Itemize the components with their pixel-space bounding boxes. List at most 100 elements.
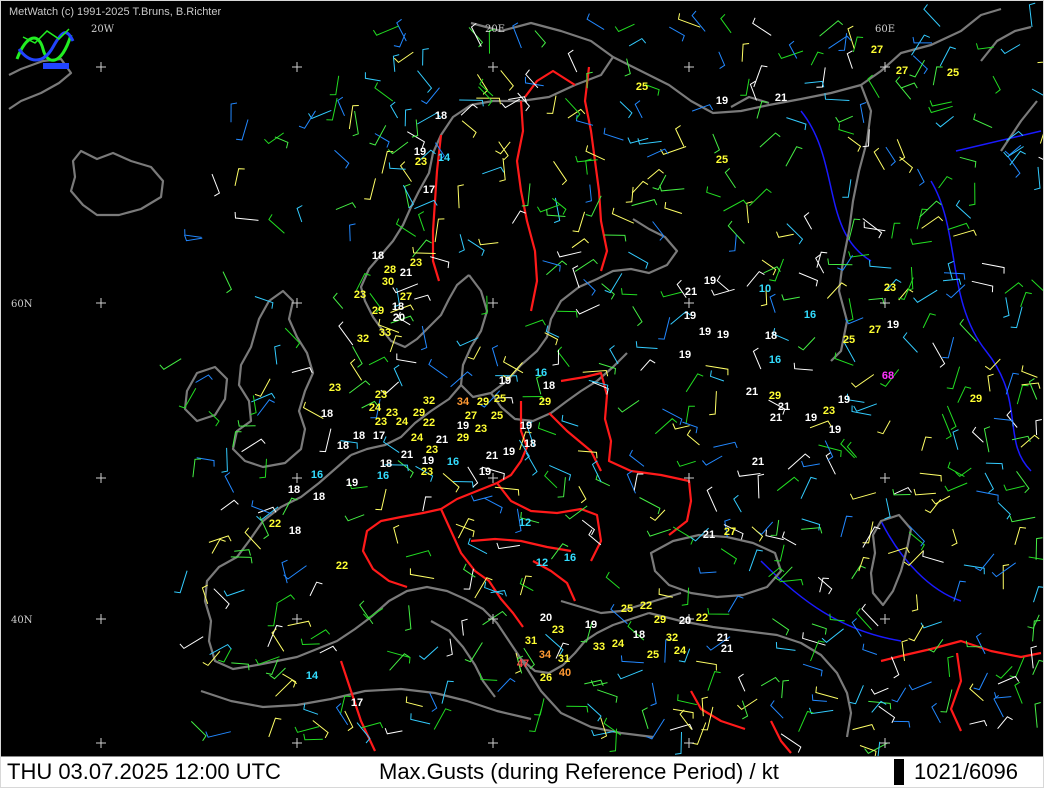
wind-barb xyxy=(257,399,275,416)
wind-barb xyxy=(605,571,620,589)
gust-value: 32 xyxy=(423,395,435,407)
wind-barb xyxy=(658,317,671,340)
gust-value: 26 xyxy=(540,672,552,684)
wind-barb xyxy=(935,116,954,128)
wind-barb xyxy=(910,238,932,245)
wind-barb xyxy=(1004,282,1024,294)
wind-barb xyxy=(955,200,972,219)
gust-value: 18 xyxy=(633,629,645,641)
wind-barb xyxy=(861,603,879,627)
wind-barb xyxy=(835,115,853,123)
wind-barb xyxy=(267,603,278,627)
wind-barb xyxy=(912,55,928,75)
gust-value: 21 xyxy=(486,450,498,462)
gust-value: 31 xyxy=(558,653,570,665)
wind-barb xyxy=(691,10,706,32)
map-window: 20W 20E 60E 60N 40N 18 19 23 14 17 25 19 21 25 27… xyxy=(0,0,1044,788)
wind-barb xyxy=(254,378,271,397)
wind-barb xyxy=(434,218,445,243)
wind-barb xyxy=(572,211,586,233)
wind-barb xyxy=(282,673,297,688)
wind-barb xyxy=(537,422,557,436)
wind-barb xyxy=(417,70,433,93)
wind-barb xyxy=(685,373,704,393)
wind-barb xyxy=(707,608,730,615)
wind-barb xyxy=(1028,2,1036,28)
wind-barb xyxy=(945,284,966,299)
wind-barb xyxy=(816,251,828,268)
gust-value: 21 xyxy=(721,643,733,655)
wind-barb xyxy=(946,405,957,431)
gust-value: 19 xyxy=(838,394,850,406)
wind-barb xyxy=(575,304,600,315)
gust-value: 19 xyxy=(704,275,716,287)
wind-barb xyxy=(723,199,748,212)
gust-value: 19 xyxy=(684,310,696,322)
wind-barb xyxy=(816,67,826,88)
wind-barb xyxy=(971,280,994,293)
gust-value: 24 xyxy=(369,402,382,414)
gust-value: 12 xyxy=(519,517,531,529)
gust-value: 30 xyxy=(382,276,394,288)
wind-barb xyxy=(479,78,494,97)
gust-value: 25 xyxy=(716,154,728,166)
wind-barb xyxy=(574,258,598,272)
wind-barb xyxy=(959,318,977,342)
wind-barb xyxy=(968,182,976,206)
wind-barb xyxy=(625,186,634,203)
wind-barb xyxy=(500,70,514,91)
gust-value: 20 xyxy=(679,615,691,627)
wind-barb xyxy=(587,703,602,722)
gust-value: 18 xyxy=(765,330,777,342)
wind-barb xyxy=(234,549,251,556)
wind-barb xyxy=(467,239,485,256)
wind-barb xyxy=(268,214,285,234)
wind-barb xyxy=(585,184,592,203)
gust-value: 25 xyxy=(647,649,659,661)
wind-barb xyxy=(846,50,853,69)
gust-value: 47 xyxy=(517,658,529,670)
gust-value: 28 xyxy=(384,264,396,276)
wind-barb xyxy=(947,655,954,677)
wind-barb xyxy=(1034,702,1041,728)
gust-value: 19 xyxy=(805,412,817,424)
wind-barb xyxy=(773,566,793,582)
gust-value: 27 xyxy=(871,44,883,56)
wind-barb xyxy=(652,174,667,191)
map-title: Max.Gusts (during Reference Period) / kt xyxy=(379,759,779,784)
wind-barb xyxy=(363,607,384,619)
wind-barb xyxy=(985,462,1004,470)
wind-barb xyxy=(174,570,188,594)
wind-barb xyxy=(942,336,955,359)
wind-barb xyxy=(1014,681,1023,704)
gust-value: 23 xyxy=(421,466,433,478)
wind-barb xyxy=(422,48,429,66)
wind-barb xyxy=(230,102,238,123)
wind-barb xyxy=(718,51,726,70)
gust-value: 16 xyxy=(535,367,547,379)
wind-barb xyxy=(885,146,896,166)
gust-value: 24 xyxy=(411,432,424,444)
weather-map[interactable]: 20W 20E 60E 60N 40N 181923 14172519 212527… xyxy=(1,1,1043,757)
wind-barb xyxy=(222,271,233,294)
wind-barb xyxy=(776,231,794,238)
gust-value: 27 xyxy=(896,65,908,77)
wind-barb xyxy=(352,110,359,137)
gust-value: 25 xyxy=(843,334,855,346)
gust-value: 22 xyxy=(696,612,708,624)
gust-value: 18 xyxy=(524,438,536,450)
wind-barb xyxy=(869,260,892,269)
wind-barb xyxy=(997,716,1013,730)
wind-barb xyxy=(728,234,737,252)
wind-barb xyxy=(858,556,870,572)
wind-barb xyxy=(1038,156,1043,160)
wind-barb xyxy=(674,731,682,755)
gust-value: 22 xyxy=(336,560,348,572)
gust-value: 19 xyxy=(887,319,899,331)
gust-value: 19 xyxy=(346,477,358,489)
label-20w: 20W xyxy=(91,24,115,35)
wind-barb xyxy=(852,36,864,53)
wind-barb xyxy=(234,168,245,187)
gust-value: 18 xyxy=(337,440,349,452)
gust-value: 19 xyxy=(679,349,691,361)
